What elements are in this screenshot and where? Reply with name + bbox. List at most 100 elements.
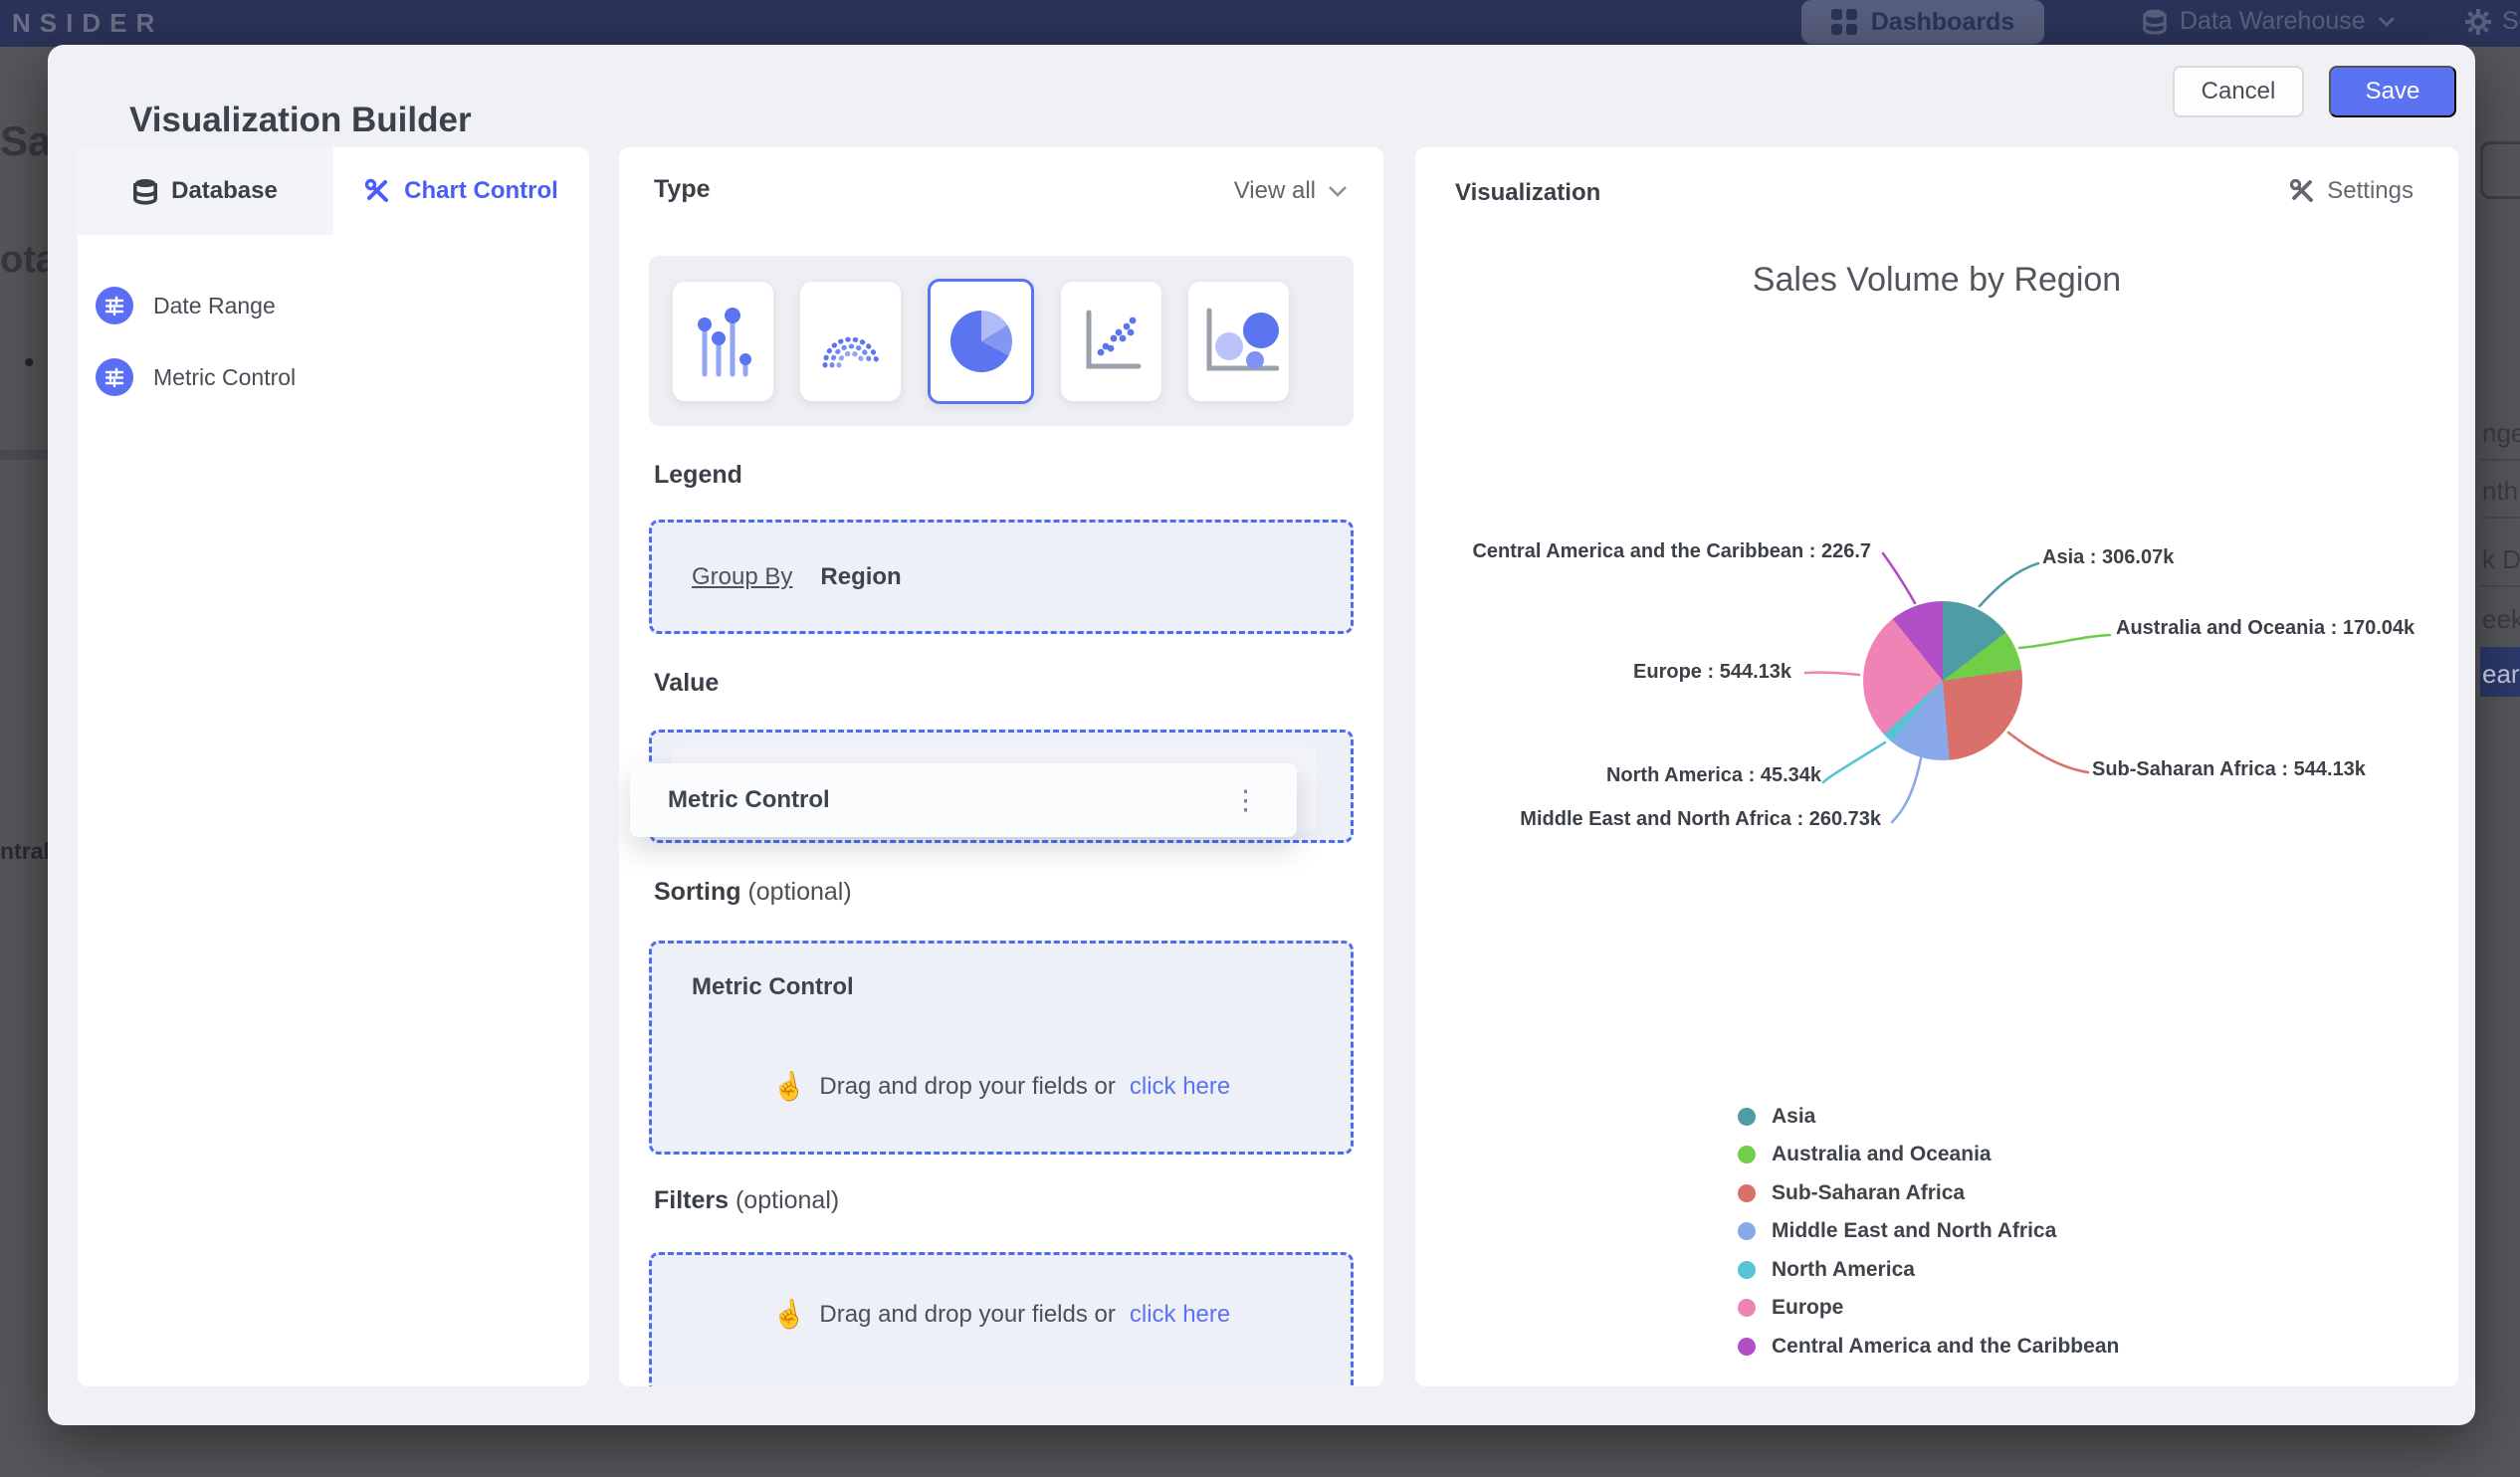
gear-icon — [2465, 8, 2491, 35]
legend-label: Europe — [1772, 1296, 1844, 1319]
dashboards-grid-icon — [1830, 9, 1857, 35]
click-here-link[interactable]: click here — [1130, 1301, 1230, 1329]
bg-divider-right — [2480, 585, 2520, 587]
database-icon — [133, 178, 158, 205]
legend-dot — [1738, 1146, 1756, 1163]
chart-type-pie[interactable] — [928, 278, 1034, 404]
bubble-chart-icon — [1206, 308, 1279, 370]
legend-dot — [1738, 1184, 1756, 1202]
legend-dot — [1738, 1338, 1756, 1356]
sorting-drop-hint: ☝ Drag and drop your fields or click her… — [652, 1069, 1351, 1105]
pie-label: Middle East and North Africa : 260.73k — [1520, 808, 1881, 830]
arc-chart-icon — [822, 336, 879, 367]
legend-label: Asia — [1772, 1105, 1816, 1128]
group-by-value: Region — [820, 562, 902, 590]
legend-label: Australia and Oceania — [1772, 1143, 1992, 1165]
bg-fragment-left-2: ota — [0, 239, 48, 281]
nav-data-warehouse[interactable]: Data Warehouse — [2142, 7, 2396, 36]
value-field-label: Metric Control — [668, 786, 830, 813]
tools-icon — [364, 178, 389, 202]
top-navbar: NSIDER Dashboards Data Warehouse S — [0, 0, 2520, 47]
legend-dot — [1738, 1108, 1756, 1126]
bg-button-outline — [2480, 141, 2520, 199]
legend-section-title: Legend — [654, 461, 742, 489]
value-field-card-dragging[interactable]: Metric Control ⋮ — [630, 763, 1297, 837]
chart-type-list — [649, 256, 1354, 426]
legend-item[interactable]: Central America and the Caribbean — [1738, 1335, 2119, 1359]
pie-label: Australia and Oceania : 170.04k — [2116, 617, 2415, 639]
drag-hand-icon: ☝ — [769, 1069, 808, 1105]
pie-label: Asia : 306.07k — [2042, 546, 2175, 568]
kebab-menu-icon[interactable]: ⋮ — [1232, 786, 1259, 814]
tab-database-label: Database — [171, 177, 278, 204]
bg-divider-left — [0, 450, 48, 460]
nav-settings[interactable]: Se — [2464, 7, 2520, 36]
settings-button[interactable]: Settings — [2289, 177, 2414, 205]
bg-fragment-right-4: eek — [2482, 604, 2520, 634]
sidebar-item-metric-control[interactable]: Metric Control — [96, 358, 296, 396]
legend-item[interactable]: North America — [1738, 1258, 1915, 1282]
legend-dot — [1738, 1222, 1756, 1240]
group-by-link[interactable]: Group By — [692, 563, 792, 591]
nav-dashboards-label: Dashboards — [1870, 7, 2015, 36]
legend-item[interactable]: Australia and Oceania — [1738, 1143, 1992, 1166]
value-drop-zone[interactable]: Metric Control ⋮ Metric Control ⋮ — [630, 730, 1354, 843]
filters-section-title: Filters (optional) — [654, 1186, 840, 1214]
legend-label: North America — [1772, 1258, 1915, 1281]
chart-type-lollipop[interactable] — [673, 281, 773, 401]
bg-bullet: • — [24, 346, 35, 379]
visualization-panel-title: Visualization — [1455, 179, 1601, 206]
bg-divider-right — [2480, 517, 2520, 519]
modal-title: Visualization Builder — [129, 101, 472, 139]
bg-fragment-left-1: Sal — [0, 117, 48, 164]
view-all-label: View all — [1233, 177, 1316, 204]
chart-type-arc[interactable] — [800, 281, 901, 401]
tune-icon — [96, 358, 133, 396]
tune-icon — [96, 287, 133, 324]
sources-panel: Database Chart Control Date Range Metric… — [78, 147, 589, 1386]
optional-label: (optional) — [735, 1186, 840, 1214]
lollipop-chart-icon — [697, 307, 751, 376]
tab-chart-control[interactable]: Chart Control — [333, 147, 589, 235]
bg-fragment-right-3: k D — [2482, 544, 2520, 574]
chart-type-bubble[interactable] — [1188, 281, 1289, 401]
chart-title: Sales Volume by Region — [1752, 261, 2122, 299]
tools-icon — [2290, 178, 2314, 202]
nav-settings-label: Se — [2502, 7, 2520, 35]
nav-data-warehouse-label: Data Warehouse — [2180, 7, 2366, 35]
scatter-chart-icon — [1086, 310, 1141, 368]
filters-drop-hint: ☝ Drag and drop your fields or click her… — [652, 1297, 1351, 1333]
pie-chart-icon — [949, 310, 1012, 372]
pie-chart[interactable] — [1863, 601, 2022, 760]
pie-label: North America : 45.34k — [1605, 764, 1821, 786]
drag-hand-icon: ☝ — [769, 1297, 808, 1333]
view-all-button[interactable]: View all — [1234, 177, 1348, 205]
legend-dot — [1738, 1299, 1756, 1317]
cancel-button[interactable]: Cancel — [2173, 66, 2304, 117]
chart-type-scatter[interactable] — [1061, 281, 1161, 401]
click-here-link[interactable]: click here — [1130, 1073, 1230, 1101]
legend-dot — [1738, 1261, 1756, 1279]
screen: NSIDER Dashboards Data Warehouse S Sa ot… — [0, 0, 2520, 1477]
legend-item[interactable]: Sub-Saharan Africa — [1738, 1181, 1965, 1205]
sorting-drop-zone[interactable]: Metric Control ☝ Drag and drop your fiel… — [649, 941, 1354, 1155]
brand-logo: NSIDER — [12, 8, 164, 38]
drop-hint-text: Drag and drop your fields or — [819, 1301, 1116, 1328]
nav-dashboards[interactable]: Dashboards — [1801, 0, 2044, 44]
tab-database[interactable]: Database — [78, 147, 333, 235]
sorting-section-title: Sorting (optional) — [654, 878, 852, 906]
pie-label: Central America and the Caribbean : 226.… — [1472, 540, 1871, 562]
sorting-field-label: Metric Control — [692, 973, 854, 1000]
legend-item[interactable]: Middle East and North Africa — [1738, 1219, 2056, 1243]
tab-chart-control-label: Chart Control — [404, 177, 558, 204]
pie-label: Sub-Saharan Africa : 544.13k — [2092, 758, 2366, 780]
visualization-panel: Visualization Settings Sales Volume by R… — [1415, 147, 2458, 1386]
filters-drop-zone[interactable]: ☝ Drag and drop your fields or click her… — [649, 1252, 1354, 1386]
bg-fragment-right-2: nth — [2482, 476, 2519, 506]
sidebar-item-date-range[interactable]: Date Range — [96, 287, 276, 324]
value-section-title: Value — [654, 669, 720, 697]
legend-drop-zone[interactable]: Group By Region — [649, 520, 1354, 634]
legend-item[interactable]: Europe — [1738, 1296, 1843, 1320]
legend-item[interactable]: Asia — [1738, 1105, 1815, 1129]
save-button[interactable]: Save — [2329, 66, 2456, 117]
